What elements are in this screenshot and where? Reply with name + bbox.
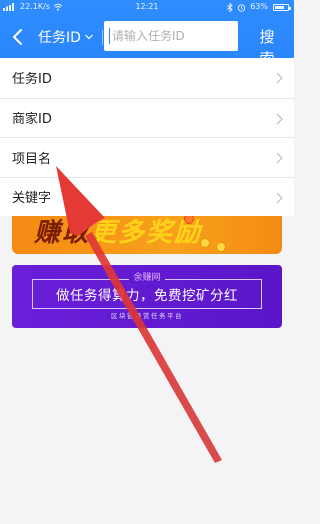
search-input[interactable]	[104, 21, 238, 51]
header: 22.1K/s 12:21 63% 任务ID 请输入任务ID 搜	[0, 0, 294, 68]
dropdown-item-task-id[interactable]: 任务ID	[0, 58, 294, 98]
search-button[interactable]: 搜 索	[248, 26, 288, 68]
back-icon[interactable]	[10, 27, 26, 47]
search-row: 任务ID 搜 索	[0, 20, 294, 68]
banner-subtitle: 区块链悬赏任务平台	[12, 310, 282, 320]
chevron-down-icon	[84, 34, 93, 40]
dropdown-item-merchant-id[interactable]: 商家ID	[0, 97, 294, 138]
banner-brand-text: 余赚网	[129, 273, 165, 283]
coin-icon	[216, 242, 226, 252]
chevron-right-icon	[276, 113, 283, 124]
banner-brand: 余赚网	[12, 270, 282, 283]
mining-banner[interactable]: 余赚网 做任务得算力，免费挖矿分红 区块链悬赏任务平台	[12, 265, 282, 328]
chevron-right-icon	[276, 152, 283, 164]
bluetooth-icon	[227, 2, 233, 12]
reward-banner[interactable]: 赚取更多奖励	[12, 216, 282, 254]
chevron-right-icon	[276, 192, 283, 203]
reward-banner-text: 赚取更多奖励	[34, 216, 202, 249]
search-type-select[interactable]: 任务ID	[38, 26, 94, 48]
reward-banner-text-a: 赚取	[34, 218, 91, 248]
search-type-label: 任务ID	[38, 30, 81, 46]
dropdown-item-keyword[interactable]: 关键字	[0, 176, 294, 217]
banner-subtitle-text: 区块链悬赏任务平台	[107, 312, 187, 320]
dropdown-item-label: 关键字	[12, 191, 52, 207]
dropdown-item-label: 项目名	[12, 151, 52, 167]
text-cursor	[109, 28, 110, 44]
dropdown-item-project-name[interactable]: 项目名	[0, 137, 294, 177]
dropdown-item-label: 商家ID	[12, 112, 52, 128]
status-bar: 22.1K/s 12:21 63%	[0, 0, 294, 14]
coin-icon	[200, 238, 210, 248]
chevron-right-icon	[276, 72, 283, 84]
search-type-dropdown: 任务ID 商家ID 项目名 关键字	[0, 58, 294, 216]
battery-icon	[273, 3, 291, 11]
select-divider	[102, 30, 103, 45]
status-right: 63%	[227, 0, 291, 14]
banner-headline: 做任务得算力，免费挖矿分红	[56, 288, 238, 304]
battery-percent: 63%	[250, 2, 268, 11]
alarm-icon	[238, 3, 246, 12]
dropdown-item-label: 任务ID	[12, 72, 52, 88]
